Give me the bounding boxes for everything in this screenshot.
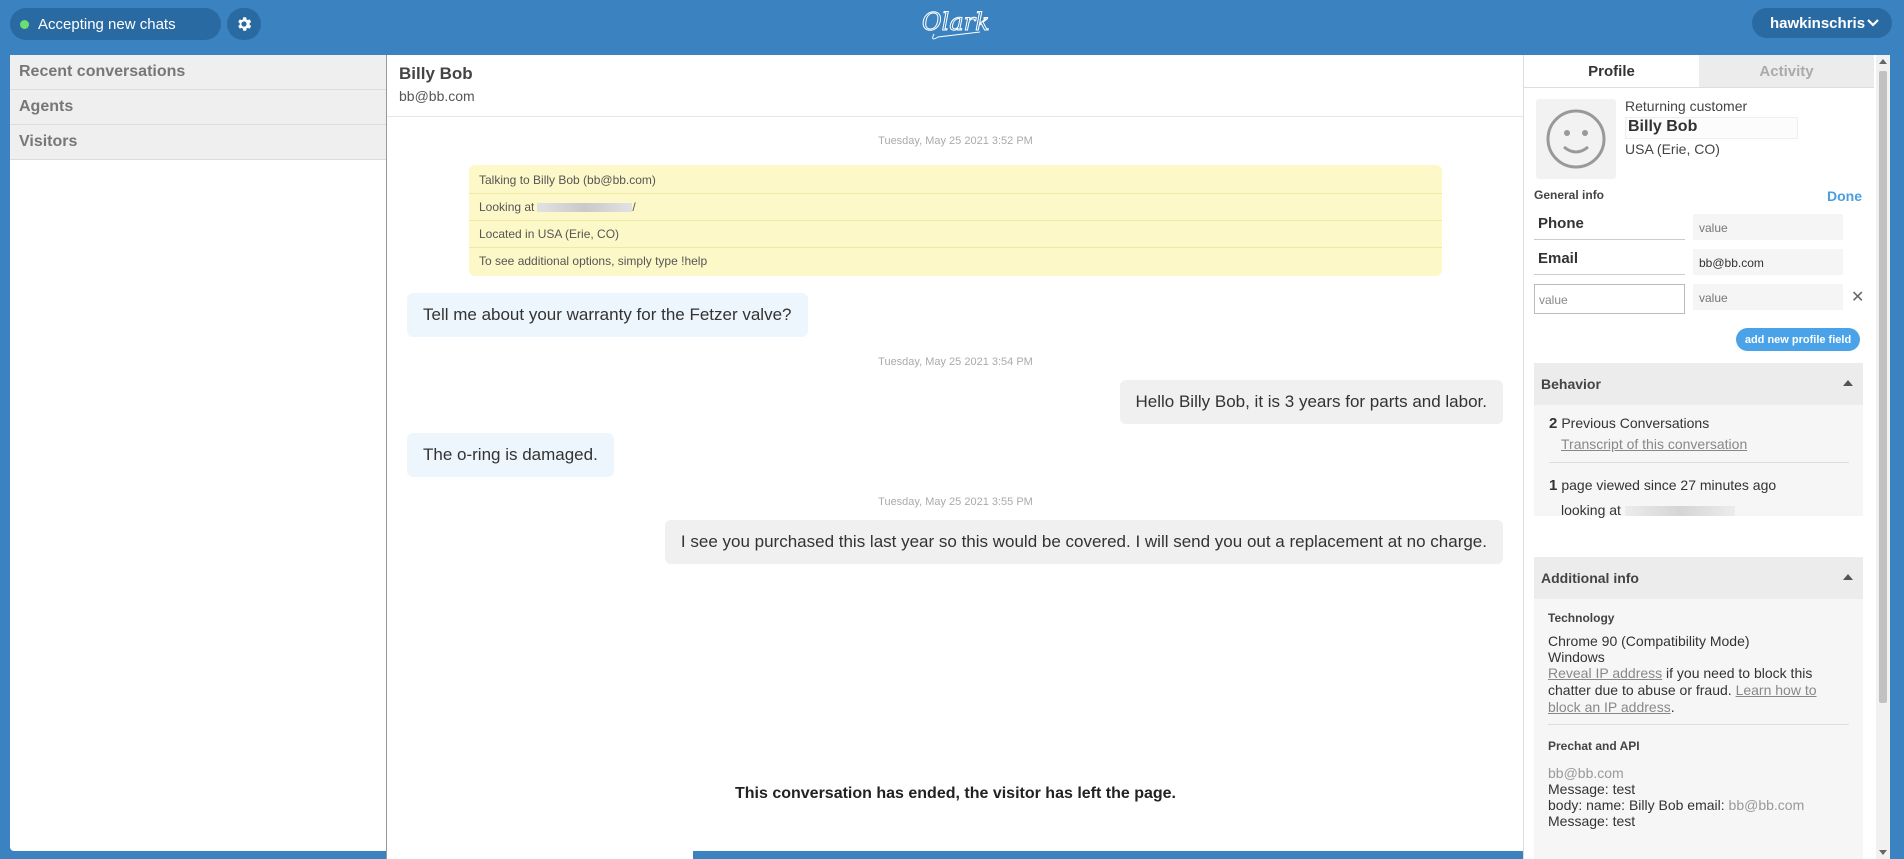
pages-viewed: 1 page viewed since 27 minutes ago xyxy=(1549,477,1849,494)
settings-button[interactable] xyxy=(227,8,261,40)
close-icon[interactable]: ✕ xyxy=(1851,287,1864,307)
bottom-strip xyxy=(693,851,1523,859)
previous-count: 2 xyxy=(1549,415,1558,432)
conversation-ended-notice: This conversation has ended, the visitor… xyxy=(735,785,1176,802)
additional-info-body: Technology Chrome 90 (Compatibility Mode… xyxy=(1534,599,1863,829)
add-profile-field-button[interactable]: add new profile field xyxy=(1736,328,1860,351)
looking-at-label: Looking at xyxy=(479,200,535,214)
system-line: Located in USA (Erie, CO) xyxy=(469,221,1442,248)
reveal-ip-text: Reveal IP address if you need to block t… xyxy=(1548,665,1817,715)
system-line: To see additional options, simply type !… xyxy=(479,254,708,268)
avatar xyxy=(1536,99,1616,179)
new-field-value-input[interactable]: value xyxy=(1693,284,1843,310)
visitor-message: Tell me about your warranty for the Fetz… xyxy=(407,293,808,337)
behavior-body: 2 Previous Conversations Transcript of th… xyxy=(1534,405,1863,518)
chevron-down-icon xyxy=(1867,19,1879,27)
gear-icon xyxy=(238,17,252,31)
looking-at-label: looking at xyxy=(1561,502,1621,518)
pages-label: page viewed since 27 minutes ago xyxy=(1561,477,1777,493)
email-label: Email xyxy=(1538,250,1579,267)
profile-name-field[interactable]: Billy Bob xyxy=(1625,117,1798,139)
smiley-face-icon xyxy=(1546,109,1606,169)
sidebar-item-recent-conversations[interactable]: Recent conversations xyxy=(10,55,386,90)
sidebar-item-agents[interactable]: Agents xyxy=(10,90,386,125)
divider xyxy=(1549,462,1849,463)
username: hawkinschris xyxy=(1770,14,1866,32)
email-field[interactable]: bb@bb.com xyxy=(1693,249,1843,275)
pages-count: 1 xyxy=(1549,477,1558,494)
redacted-url[interactable] xyxy=(537,203,633,213)
divider xyxy=(1534,274,1685,275)
profile-location: USA (Erie, CO) xyxy=(1625,141,1720,157)
chat-timestamp: Tuesday, May 25 2021 3:52 PM xyxy=(878,135,1033,147)
previous-conversations: 2 Previous Conversations xyxy=(1549,415,1849,432)
collapse-icon xyxy=(1843,574,1853,580)
behavior-heading: Behavior xyxy=(1541,376,1601,392)
visitor-name: Billy Bob xyxy=(399,64,473,83)
customer-status: Returning customer xyxy=(1625,98,1748,114)
collapse-icon xyxy=(1843,380,1853,386)
os-info: Windows xyxy=(1548,649,1605,665)
general-info-heading: General info xyxy=(1534,188,1605,202)
additional-info-header[interactable]: Additional info xyxy=(1534,557,1863,599)
system-line-looking-at: Looking at / xyxy=(469,194,1442,221)
chat-timestamp: Tuesday, May 25 2021 3:55 PM xyxy=(878,496,1033,508)
visitor-email: bb@bb.com xyxy=(399,88,475,104)
panel-scrollbar[interactable] xyxy=(1876,55,1890,859)
sidebar-item-visitors[interactable]: Visitors xyxy=(10,125,386,160)
phone-label: Phone xyxy=(1538,215,1584,232)
user-menu[interactable]: hawkinschris xyxy=(1752,8,1892,38)
additional-info-section: Additional info Technology Chrome 90 (Co… xyxy=(1534,557,1863,859)
additional-info-heading: Additional info xyxy=(1541,570,1639,586)
reveal-ip-link[interactable]: Reveal IP address xyxy=(1548,665,1662,681)
prechat-body-prefix: body: name: Billy Bob email: xyxy=(1548,797,1729,813)
looking-at-row: looking at xyxy=(1549,502,1849,518)
redacted-url[interactable] xyxy=(1624,506,1735,517)
status-dot-icon xyxy=(20,19,29,29)
availability-toggle[interactable]: Accepting new chats xyxy=(10,8,221,40)
behavior-section: Behavior 2 Previous Conversations Transcr… xyxy=(1534,363,1863,518)
system-line: Talking to Billy Bob (bb@bb.com) xyxy=(469,167,1442,194)
visitor-details-panel: Profile Activity Returning customer Bill… xyxy=(1523,55,1876,859)
chat-timestamp: Tuesday, May 25 2021 3:54 PM xyxy=(878,356,1033,368)
divider xyxy=(1548,724,1849,725)
sidebar: Recent conversations Agents Visitors xyxy=(10,55,386,851)
visitor-message: The o-ring is damaged. xyxy=(407,433,614,477)
divider xyxy=(1534,239,1685,240)
browser-info: Chrome 90 (Compatibility Mode) xyxy=(1548,633,1750,649)
prechat-message: Message: test xyxy=(1548,781,1636,797)
prechat-email: bb@bb.com xyxy=(1548,765,1624,781)
prechat-message: Message: test xyxy=(1548,813,1636,829)
tab-profile[interactable]: Profile xyxy=(1524,55,1699,88)
technology-heading: Technology xyxy=(1548,611,1615,625)
scrollbar-thumb[interactable] xyxy=(1879,71,1887,703)
scroll-up-icon[interactable] xyxy=(1879,59,1887,64)
agent-message: I see you purchased this last year so th… xyxy=(664,520,1503,564)
phone-field[interactable]: value xyxy=(1693,214,1843,240)
behavior-header[interactable]: Behavior xyxy=(1534,363,1863,405)
availability-label: Accepting new chats xyxy=(38,15,176,33)
system-info-box: Talking to Billy Bob (bb@bb.com) Looking… xyxy=(469,165,1442,276)
tab-activity[interactable]: Activity xyxy=(1699,55,1874,88)
transcript-link[interactable]: Transcript of this conversation xyxy=(1561,436,1747,452)
prechat-heading: Prechat and API xyxy=(1548,739,1640,753)
done-button[interactable]: Done xyxy=(1827,188,1862,204)
prechat-body-email: bb@bb.com xyxy=(1728,797,1805,813)
new-field-key-input[interactable]: value xyxy=(1534,284,1685,314)
chat-header: Billy Bob bb@bb.com xyxy=(387,55,1523,117)
agent-message: Hello Billy Bob, it is 3 years for parts… xyxy=(1119,380,1503,424)
url-suffix: / xyxy=(632,200,636,214)
olark-logo: Olark xyxy=(922,8,990,40)
prechat-body: body: name: Billy Bob email: bb@bb.com xyxy=(1548,797,1849,813)
panel-tabs: Profile Activity xyxy=(1524,55,1876,88)
top-bar: Accepting new chats Olark hawkinschris xyxy=(0,0,1904,55)
scroll-down-icon[interactable] xyxy=(1879,850,1887,855)
previous-label: Previous Conversations xyxy=(1561,415,1710,431)
chat-pane: Billy Bob bb@bb.com Tuesday, May 25 2021… xyxy=(386,55,1523,859)
